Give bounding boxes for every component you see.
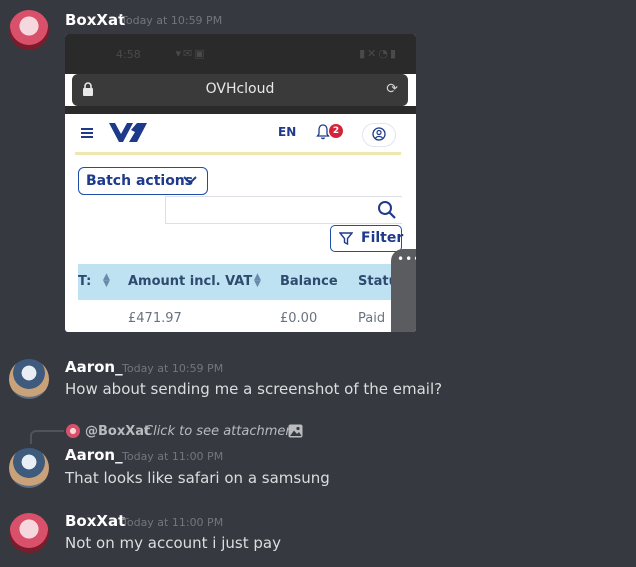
username[interactable]: Aaron_ [65, 358, 123, 376]
account-button[interactable] [362, 123, 396, 147]
timestamp: Today at 11:00 PM [122, 516, 224, 529]
username[interactable]: BoxXat [65, 11, 125, 29]
menu-icon[interactable] [81, 128, 93, 138]
filter-label: Filter [361, 230, 404, 246]
bell-icon[interactable] [316, 124, 330, 140]
url-title: OVHcloud [205, 81, 275, 97]
more-icon[interactable]: ••• [397, 252, 416, 266]
language-selector[interactable]: EN [278, 125, 296, 139]
search-input[interactable] [165, 196, 402, 224]
user-icon [372, 127, 386, 141]
filter-icon [339, 232, 353, 245]
avatar[interactable] [9, 513, 49, 553]
reply-preview[interactable]: Click to see attachment [144, 424, 299, 439]
message-text: Not on my account i just pay [65, 534, 281, 552]
image-icon [288, 424, 303, 438]
ovhcloud-logo[interactable] [107, 120, 149, 146]
timestamp: Today at 10:59 PM [122, 362, 224, 375]
message-text: How about sending me a screenshot of the… [65, 380, 443, 398]
browser-url-bar[interactable]: OVHcloud ⟳ [72, 74, 408, 106]
status-notification-icons: ▾✉▣ [137, 47, 207, 60]
avatar[interactable] [9, 448, 49, 488]
message-aaron-1: Aaron_ Today at 10:59 PM How about sendi… [0, 352, 636, 402]
status-system-icons: ▮✕◔▮ [359, 47, 398, 60]
cell-status: Paid [358, 311, 386, 326]
search-icon[interactable] [377, 200, 397, 220]
username[interactable]: Aaron_ [65, 446, 123, 464]
reply-avatar[interactable] [66, 424, 80, 438]
message-text: That looks like safari on a samsung [65, 469, 330, 487]
column-header-balance[interactable]: Balance [280, 274, 338, 289]
phone-status-bar: 4:58 ▾✉▣ ▮✕◔▮ [65, 34, 416, 74]
banner-edge [75, 152, 401, 155]
reload-icon[interactable]: ⟳ [386, 81, 398, 97]
sort-icon[interactable]: ▲ ▼ [103, 273, 110, 289]
batch-actions-button[interactable]: Batch actions [78, 167, 208, 195]
cell-balance: £0.00 [280, 311, 318, 326]
message-boxxat-2: BoxXat Today at 11:00 PM Not on my accou… [0, 506, 636, 561]
avatar[interactable] [9, 10, 49, 50]
chevron-down-icon [183, 176, 197, 185]
image-attachment[interactable]: 4:58 ▾✉▣ ▮✕◔▮ OVHcloud ⟳ EN 2 Batch acti… [65, 34, 416, 332]
reply-mention[interactable]: @BoxXat [85, 424, 150, 439]
batch-actions-label: Batch actions [86, 173, 194, 189]
timestamp: Today at 11:00 PM [122, 450, 224, 463]
table-header: T: ▲ ▼ Amount incl. VAT ▲ ▼ Balance Statu [78, 264, 416, 300]
cell-amount: £471.97 [128, 311, 182, 326]
timestamp: Today at 10:59 PM [121, 14, 223, 27]
username[interactable]: BoxXat [65, 512, 125, 530]
column-header[interactable]: T: [78, 274, 91, 289]
site-header: EN 2 [65, 114, 416, 152]
browser-divider [65, 106, 416, 114]
message-aaron-2: Aaron_ Today at 11:00 PM That looks like… [0, 442, 636, 492]
column-header-amount[interactable]: Amount incl. VAT [128, 274, 252, 289]
notification-badge: 2 [329, 124, 343, 138]
filter-button[interactable]: Filter [330, 225, 404, 252]
avatar[interactable] [9, 359, 49, 399]
sort-icon[interactable]: ▲ ▼ [254, 273, 261, 289]
